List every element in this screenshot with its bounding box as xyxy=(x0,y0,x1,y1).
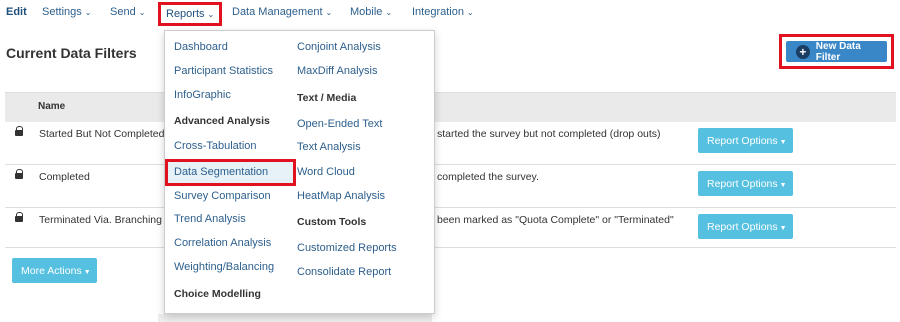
nav-settings-label: Settings xyxy=(42,6,82,18)
more-actions-label: More Actions xyxy=(21,264,82,277)
more-actions-button[interactable]: More Actions ▼ xyxy=(12,258,97,283)
caret-down-icon: ▼ xyxy=(779,138,787,146)
chevron-down-icon: ⌄ xyxy=(84,8,92,17)
menu-item-dashboard[interactable]: Dashboard xyxy=(174,41,228,53)
filter-name[interactable]: Terminated Via. Branching xyxy=(39,214,162,226)
menu-item-survey-comparison[interactable]: Survey Comparison xyxy=(174,190,271,202)
caret-down-icon: ▼ xyxy=(83,268,91,276)
page-title: Current Data Filters xyxy=(6,45,137,61)
nav-send-label: Send xyxy=(110,6,136,18)
menu-item-customized-reports[interactable]: Customized Reports xyxy=(297,242,397,254)
nav-mobile[interactable]: Mobile ⌄ xyxy=(350,6,392,18)
new-data-filter-highlight: + New Data Filter xyxy=(779,34,894,69)
menu-item-word-cloud[interactable]: Word Cloud xyxy=(297,166,355,178)
report-options-label: Report Options xyxy=(707,220,778,233)
nav-reports-label: Reports xyxy=(166,8,205,20)
top-nav: Edit Settings ⌄ Send ⌄ Reports ⌄ Data Manag… xyxy=(0,0,900,28)
report-options-label: Report Options xyxy=(707,177,778,190)
filter-description: been marked as "Quota Complete" or "Term… xyxy=(437,214,674,226)
nav-integration-label: Integration xyxy=(412,6,464,18)
menu-item-text-analysis[interactable]: Text Analysis xyxy=(297,141,361,153)
menu-item-maxdiff-analysis[interactable]: MaxDiff Analysis xyxy=(297,65,378,77)
menu-item-heatmap-analysis[interactable]: HeatMap Analysis xyxy=(297,190,385,202)
nav-data-management-label: Data Management xyxy=(232,6,323,18)
lock-icon xyxy=(15,212,23,223)
report-options-button[interactable]: Report Options ▼ xyxy=(698,214,793,239)
report-options-button[interactable]: Report Options ▼ xyxy=(698,128,793,153)
menu-heading-advanced-analysis: Advanced Analysis xyxy=(174,115,270,127)
nav-edit[interactable]: Edit xyxy=(6,6,27,18)
menu-heading-choice-modelling: Choice Modelling xyxy=(174,288,261,300)
caret-down-icon: ▼ xyxy=(779,224,787,232)
menu-item-participant-statistics[interactable]: Participant Statistics xyxy=(174,65,273,77)
reports-dropdown-menu: Dashboard Participant Statistics InfoGra… xyxy=(164,30,435,314)
menu-heading-text-media: Text / Media xyxy=(297,92,357,104)
column-header-name: Name xyxy=(38,101,66,112)
nav-data-management[interactable]: Data Management ⌄ xyxy=(232,6,332,18)
caret-down-icon: ▼ xyxy=(779,181,787,189)
nav-send[interactable]: Send ⌄ xyxy=(110,6,145,18)
menu-item-consolidate-report[interactable]: Consolidate Report xyxy=(297,266,391,278)
table-row: Completed completed the survey. Report O… xyxy=(5,165,896,208)
table-row: Terminated Via. Branching been marked as… xyxy=(5,208,896,248)
plus-circle-icon: + xyxy=(796,44,810,59)
report-options-button[interactable]: Report Options ▼ xyxy=(698,171,793,196)
chevron-down-icon: ⌄ xyxy=(207,10,215,19)
nav-settings[interactable]: Settings ⌄ xyxy=(42,6,91,18)
menu-item-data-segmentation-label: Data Segmentation xyxy=(174,166,269,178)
nav-reports[interactable]: Reports ⌄ xyxy=(158,2,223,26)
data-segmentation-highlight: Data Segmentation xyxy=(165,159,296,186)
chevron-down-icon: ⌄ xyxy=(385,8,393,17)
menu-heading-custom-tools: Custom Tools xyxy=(297,216,367,228)
nav-integration[interactable]: Integration ⌄ xyxy=(412,6,474,18)
menu-item-cross-tabulation[interactable]: Cross-Tabulation xyxy=(174,140,257,152)
menu-item-conjoint-analysis[interactable]: Conjoint Analysis xyxy=(297,41,381,53)
menu-item-weighting-balancing[interactable]: Weighting/Balancing xyxy=(174,261,274,273)
chevron-down-icon: ⌄ xyxy=(138,8,146,17)
menu-item-open-ended-text[interactable]: Open-Ended Text xyxy=(297,118,382,130)
filter-description: started the survey but not completed (dr… xyxy=(437,128,661,140)
new-data-filter-label: New Data Filter xyxy=(815,40,861,63)
new-data-filter-button[interactable]: + New Data Filter xyxy=(786,40,887,63)
chevron-down-icon: ⌄ xyxy=(466,8,474,17)
lock-icon xyxy=(15,169,23,180)
table-header xyxy=(5,92,896,122)
menu-item-data-segmentation[interactable]: Data Segmentation xyxy=(168,162,293,183)
filter-description: completed the survey. xyxy=(437,171,539,183)
table-row: Started But Not Completed started the su… xyxy=(5,122,896,165)
lock-icon xyxy=(15,126,23,137)
menu-item-trend-analysis[interactable]: Trend Analysis xyxy=(174,213,246,225)
filter-name[interactable]: Started But Not Completed xyxy=(39,128,164,140)
chevron-down-icon: ⌄ xyxy=(325,8,333,17)
filter-name[interactable]: Completed xyxy=(39,171,90,183)
nav-mobile-label: Mobile xyxy=(350,6,383,18)
menu-item-correlation-analysis[interactable]: Correlation Analysis xyxy=(174,237,271,249)
menu-shadow-strip xyxy=(158,314,432,322)
report-options-label: Report Options xyxy=(707,134,778,147)
menu-item-infographic[interactable]: InfoGraphic xyxy=(174,89,231,101)
